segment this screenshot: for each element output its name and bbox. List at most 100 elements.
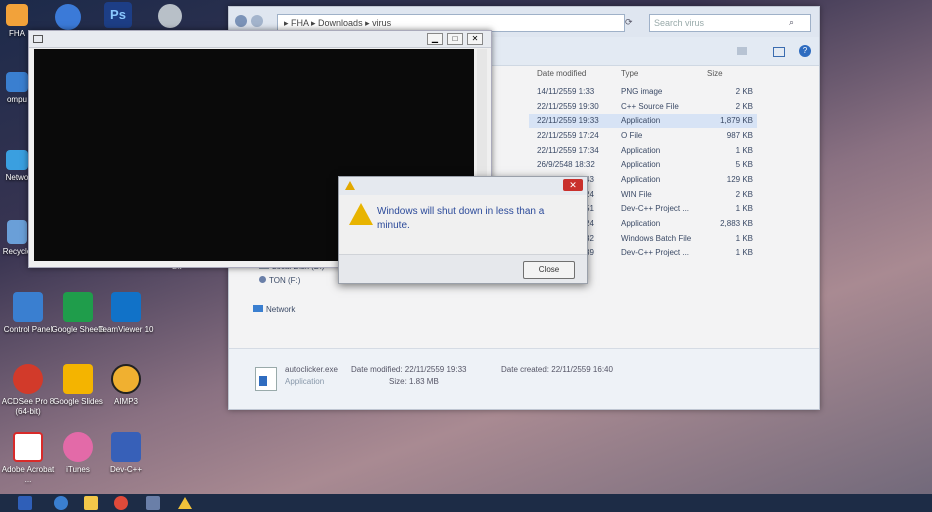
file-row[interactable]: 26/9/2548 18:32 Application 5 KB bbox=[529, 158, 757, 172]
desktop-icon-aimp3[interactable]: AIMP3 bbox=[96, 364, 156, 407]
desktop-icon-label: TeamViewer 10 bbox=[98, 325, 154, 334]
row-type: Windows Batch File bbox=[621, 234, 692, 243]
row-size: 2 KB bbox=[735, 102, 753, 111]
recycle-bin-icon bbox=[7, 220, 27, 244]
nav-label: Network bbox=[266, 305, 296, 314]
row-size: 1 KB bbox=[735, 204, 753, 213]
row-date: 22/11/2559 19:33 bbox=[537, 116, 599, 125]
file-row[interactable]: 22/11/2559 17:24 O File 987 KB bbox=[529, 129, 757, 143]
refresh-icon[interactable]: ⟳ bbox=[625, 17, 633, 28]
taskbar bbox=[0, 494, 932, 512]
row-size: 1 KB bbox=[735, 248, 753, 257]
row-size: 1,879 KB bbox=[720, 116, 753, 125]
dialog-title-bar[interactable]: ✕ bbox=[339, 177, 587, 195]
computer-icon bbox=[6, 72, 28, 92]
gear-icon bbox=[158, 4, 182, 28]
back-button[interactable] bbox=[235, 15, 247, 27]
close-button[interactable]: ✕ bbox=[467, 33, 483, 45]
search-input[interactable]: Search virus bbox=[649, 14, 811, 32]
acdsee-icon bbox=[13, 364, 43, 394]
dev-cpp-icon bbox=[111, 432, 141, 462]
desktop-icon-label: Adobe Acrobat ... bbox=[1, 465, 55, 484]
google-slides-icon bbox=[63, 364, 93, 394]
start-button[interactable] bbox=[18, 496, 32, 510]
row-size: 2 KB bbox=[735, 87, 753, 96]
help-icon[interactable]: ? bbox=[799, 45, 811, 57]
row-type: Application bbox=[621, 175, 661, 184]
row-size: 1 KB bbox=[735, 234, 753, 243]
row-type: WIN File bbox=[621, 190, 652, 199]
row-type: Application bbox=[621, 160, 661, 169]
desktop-icon-dev-cpp[interactable]: Dev-C++ bbox=[96, 432, 156, 475]
itunes-icon bbox=[63, 432, 93, 462]
row-type: Application bbox=[621, 146, 661, 155]
desktop-icon-label: ACDSee Pro 8 (64-bit) bbox=[1, 397, 55, 416]
shutdown-dialog: ✕ Windows will shut down in less than a … bbox=[338, 176, 588, 284]
dialog-message: Windows will shut down in less than a mi… bbox=[377, 206, 545, 231]
google-sheets-icon bbox=[63, 292, 93, 322]
desktop-icon-label: Recycle bbox=[2, 247, 32, 256]
aimp3-icon bbox=[111, 364, 141, 394]
app-icon[interactable] bbox=[146, 496, 160, 510]
maximize-button[interactable]: □ bbox=[447, 33, 463, 45]
row-size: 1 KB bbox=[735, 146, 753, 155]
row-date: 22/11/2559 17:34 bbox=[537, 146, 599, 155]
details-size: Size: 1.83 MB bbox=[389, 377, 439, 386]
row-size: 5 KB bbox=[735, 160, 753, 169]
desktop-icon-label: Dev-C++ bbox=[109, 465, 142, 474]
network-icon bbox=[6, 150, 28, 170]
row-type: Dev-C++ Project ... bbox=[621, 204, 690, 213]
row-type: PNG image bbox=[621, 87, 663, 96]
row-date: 22/11/2559 19:30 bbox=[537, 102, 599, 111]
file-row-selected[interactable]: 22/11/2559 19:33 Application 1,879 KB bbox=[529, 114, 757, 128]
desktop-icon-label: AIMP3 bbox=[113, 397, 138, 406]
chrome-icon[interactable] bbox=[114, 496, 128, 510]
warning-icon bbox=[349, 203, 373, 225]
desktop-icon-teamviewer[interactable]: TeamViewer 10 bbox=[96, 292, 156, 335]
console-title-bar[interactable]: ▁ □ ✕ bbox=[29, 31, 491, 48]
app-icon bbox=[55, 4, 81, 30]
nav-item-network[interactable]: Network bbox=[253, 305, 295, 314]
desktop-icon-photoshop[interactable]: Ps bbox=[100, 2, 136, 31]
warning-icon-small bbox=[345, 181, 355, 190]
file-row[interactable]: 22/11/2559 17:34 Application 1 KB bbox=[529, 144, 757, 158]
search-icon[interactable]: ⌕ bbox=[789, 17, 794, 28]
row-size: 2,883 KB bbox=[720, 219, 753, 228]
folder-icon bbox=[6, 4, 28, 26]
teamviewer-icon bbox=[111, 292, 141, 322]
application-icon bbox=[255, 367, 277, 391]
desktop-icon-label: Control Panel bbox=[3, 325, 53, 334]
warning-icon[interactable] bbox=[178, 497, 192, 509]
desktop-icon-label: FHA bbox=[9, 29, 25, 38]
dialog-close-icon[interactable]: ✕ bbox=[563, 179, 583, 191]
desktop-icon-gear[interactable] bbox=[150, 4, 190, 31]
desktop-icon-label: iTunes bbox=[66, 465, 90, 474]
details-type: Application bbox=[285, 377, 325, 386]
file-row[interactable]: 22/11/2559 19:30 C++ Source File 2 KB bbox=[529, 100, 757, 114]
photoshop-icon: Ps bbox=[104, 2, 132, 28]
row-date: 14/11/2559 1:33 bbox=[537, 87, 595, 96]
file-row[interactable]: 14/11/2559 1:33 PNG image 2 KB bbox=[529, 85, 757, 99]
column-header-type[interactable]: Type bbox=[621, 69, 638, 78]
details-filename: autoclicker.exe bbox=[285, 365, 338, 374]
ie-icon[interactable] bbox=[54, 496, 68, 510]
nav-item-ton[interactable]: TON (F:) bbox=[259, 276, 300, 285]
row-type: C++ Source File bbox=[621, 102, 679, 111]
row-date: 22/11/2559 17:24 bbox=[537, 131, 599, 140]
disc-icon bbox=[259, 276, 266, 283]
nav-label: TON (F:) bbox=[269, 276, 301, 285]
preview-pane-icon[interactable] bbox=[773, 47, 785, 57]
row-date: 26/9/2548 18:32 bbox=[537, 160, 595, 169]
dialog-footer: Close bbox=[339, 254, 587, 283]
explorer-icon[interactable] bbox=[84, 496, 98, 510]
row-size: 129 KB bbox=[726, 175, 753, 184]
column-header-size[interactable]: Size bbox=[707, 69, 723, 78]
column-header-date[interactable]: Date modified bbox=[537, 69, 586, 78]
close-button[interactable]: Close bbox=[523, 261, 575, 279]
row-size: 2 KB bbox=[735, 190, 753, 199]
desktop-icon-app[interactable] bbox=[48, 4, 88, 33]
view-options-icon[interactable] bbox=[737, 47, 747, 55]
row-size: 987 KB bbox=[726, 131, 753, 140]
forward-button[interactable] bbox=[251, 15, 263, 27]
minimize-button[interactable]: ▁ bbox=[427, 33, 443, 45]
